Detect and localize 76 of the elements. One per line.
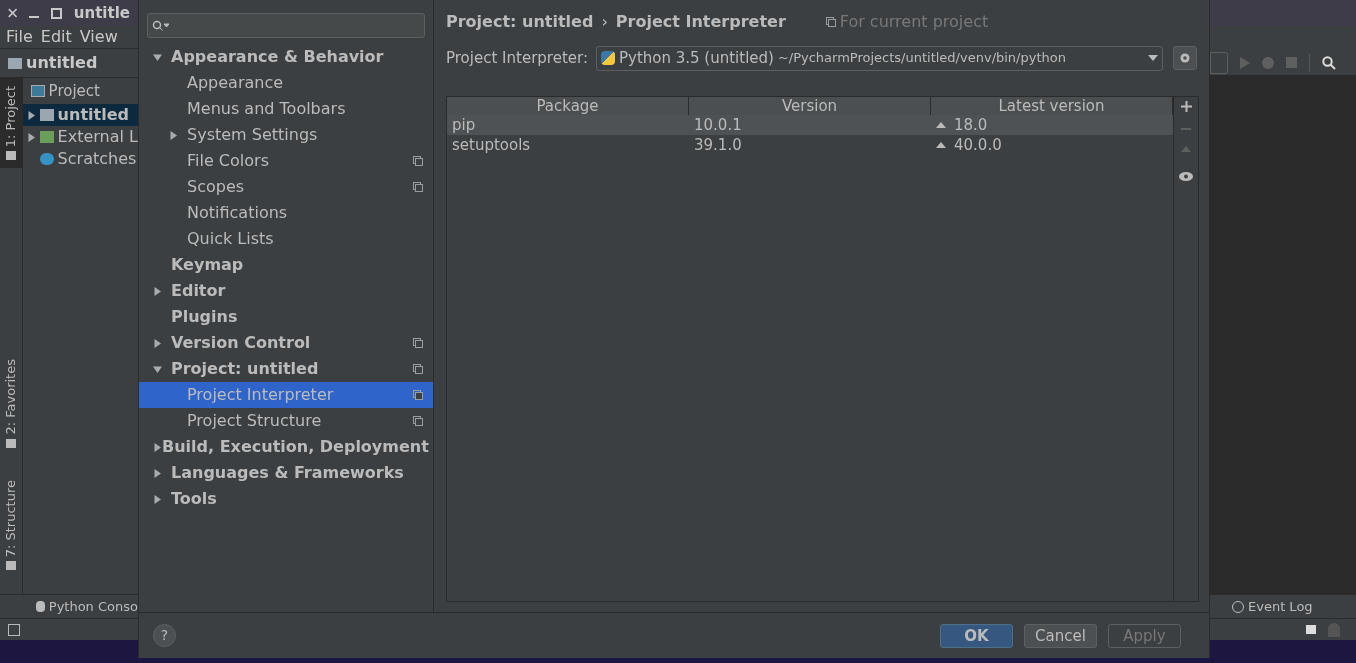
settings-tree-item[interactable]: Editor <box>139 278 433 304</box>
dropdown-caret-icon <box>1147 55 1158 61</box>
interpreter-path: ~/PycharmProjects/untitled/venv/bin/python <box>777 49 1067 68</box>
tool-window-tab[interactable]: 2: Favorites <box>0 351 22 456</box>
settings-tree-item[interactable]: Scopes <box>139 174 433 200</box>
collapse-arrow-icon[interactable] <box>26 110 36 120</box>
breadcrumb-item: Project Interpreter <box>615 11 786 33</box>
collapse-arrow-icon[interactable] <box>153 468 162 478</box>
eye-icon[interactable] <box>1179 172 1193 181</box>
project-tree-item[interactable]: untitled <box>22 104 138 126</box>
panel-title[interactable]: Project <box>48 79 100 103</box>
tree-label: Scratches <box>57 148 137 170</box>
collapse-arrow-icon[interactable] <box>153 442 162 452</box>
collapse-arrow-icon[interactable] <box>153 286 162 296</box>
settings-tree-item[interactable]: Appearance <box>139 70 433 96</box>
dialog-button[interactable]: Cancel <box>1024 623 1097 648</box>
panel-toggle-icon[interactable] <box>8 623 20 636</box>
collapse-arrow-icon[interactable] <box>26 132 36 142</box>
expand-arrow-icon[interactable] <box>153 52 162 62</box>
settings-tree-item[interactable]: Project: untitled <box>139 356 433 382</box>
settings-tree-item[interactable]: Menus and Toolbars <box>139 96 433 122</box>
settings-tree-item[interactable]: Languages & Frameworks <box>139 460 433 486</box>
settings-button[interactable] <box>1172 46 1197 70</box>
tool-window-tab[interactable]: 1: Project <box>0 78 22 169</box>
add-icon[interactable] <box>1180 101 1192 112</box>
copy-icon <box>825 17 836 27</box>
settings-tree-item[interactable]: Keymap <box>139 252 433 278</box>
menu-item[interactable]: Edit <box>40 25 72 49</box>
table-cell-text: 39.1.0 <box>694 134 742 156</box>
tool-window-tab[interactable]: 7: Structure <box>0 471 22 578</box>
menu-item[interactable]: File <box>6 25 33 49</box>
table-cell-text: 18.0 <box>954 114 988 136</box>
dialog-button[interactable]: OK <box>940 623 1013 648</box>
settings-icon <box>1178 52 1191 64</box>
breadcrumb-item: Project: untitled <box>446 11 594 33</box>
settings-tree-item[interactable]: Notifications <box>139 200 433 226</box>
maximize-icon[interactable] <box>50 7 62 19</box>
breadcrumb-item[interactable]: untitled <box>26 51 98 75</box>
expand-arrow-icon[interactable] <box>153 364 162 374</box>
collapse-arrow-icon[interactable] <box>153 494 162 504</box>
tree-label: External L <box>57 126 138 148</box>
tree-label: untitled <box>57 104 129 126</box>
window-title: untitle <box>73 2 130 24</box>
settings-tree-item[interactable]: Appearance & Behavior <box>139 44 433 70</box>
tool-window-tab[interactable]: Python Conso <box>48 596 138 617</box>
close-icon[interactable] <box>8 7 18 19</box>
tool-window-tab[interactable]: Event Log <box>1248 596 1313 617</box>
breadcrumb-separator: › <box>601 11 608 33</box>
collapse-arrow-icon[interactable] <box>153 338 162 348</box>
scope-note: For current project <box>839 11 989 33</box>
settings-tree-item[interactable]: File Colors <box>139 148 433 174</box>
settings-tree-item[interactable]: Version Control <box>139 330 433 356</box>
settings-tree-item[interactable]: Project Structure <box>139 408 433 434</box>
table-cell-text: setuptools <box>452 134 531 156</box>
settings-tree-item[interactable]: System Settings <box>139 122 433 148</box>
settings-tree-item[interactable]: Build, Execution, Deployment <box>139 434 433 460</box>
settings-tree-item[interactable]: Tools <box>139 486 433 512</box>
table-cell-text: 40.0.0 <box>954 134 1002 156</box>
settings-tree-item[interactable]: Project Interpreter <box>139 382 433 408</box>
menu-item[interactable]: View <box>79 25 118 49</box>
project-view-icon <box>30 85 45 97</box>
settings-tree-item[interactable]: Plugins <box>139 304 433 330</box>
interpreter-dropdown[interactable]: Python 3.5 (untitled) ~/PycharmProjects/untitled/venv/bin/python <box>595 45 1163 71</box>
table-cell-text: 10.0.1 <box>694 114 742 136</box>
search-field[interactable] <box>147 13 425 38</box>
project-tree-item[interactable]: Scratches <box>22 148 138 170</box>
interpreter-label: Project Interpreter: <box>446 47 588 69</box>
help-button[interactable]: ? <box>153 624 176 647</box>
settings-tree-item[interactable]: Quick Lists <box>139 226 433 252</box>
collapse-arrow-icon[interactable] <box>169 130 178 140</box>
table-cell-text: pip <box>452 114 476 136</box>
table-row[interactable]: pip 10.0.1 18.0 <box>447 115 1173 135</box>
project-tree-item[interactable]: External L <box>22 126 138 148</box>
search-icon[interactable] <box>1322 55 1336 70</box>
interpreter-name: Python 3.5 (untitled) <box>618 47 774 69</box>
search-icon <box>152 19 170 32</box>
